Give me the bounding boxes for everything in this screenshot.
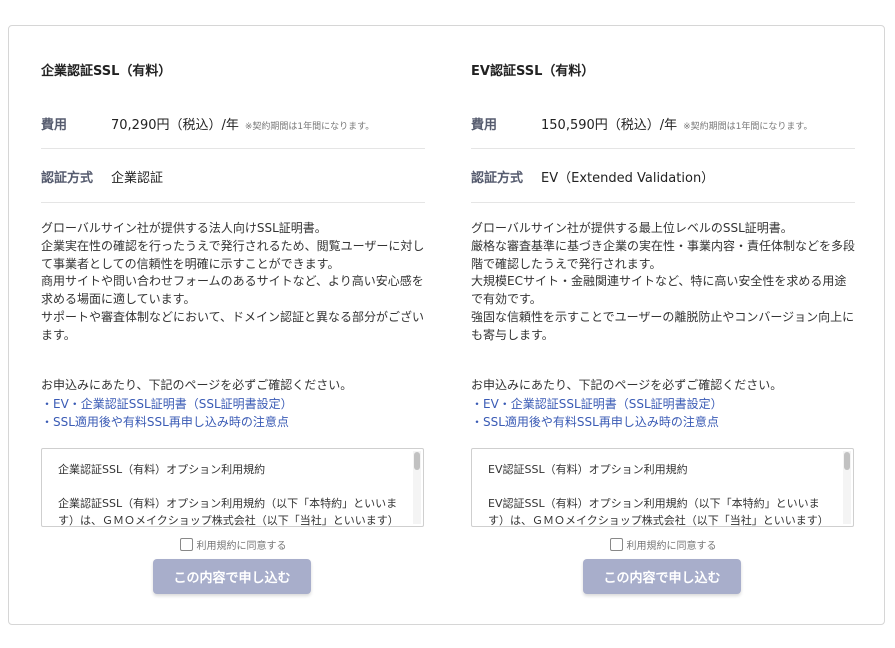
agree-terms[interactable]: 利用規約に同意する: [471, 537, 855, 552]
plan-title: 企業認証SSL（有料）: [41, 64, 172, 79]
price-row: 費用 70,290円（税込）/年 ※契約期間は1年間になります。: [41, 104, 425, 149]
link-ev-corporate-settings[interactable]: ・EV・企業認証SSL証明書（SSL証明書設定）: [471, 395, 855, 414]
price-value: 150,590円（税込）/年 ※契約期間は1年間になります。: [541, 114, 813, 133]
submit-button[interactable]: この内容で申し込む: [583, 559, 741, 594]
agree-terms[interactable]: 利用規約に同意する: [41, 537, 425, 552]
price-label: 費用: [41, 118, 68, 133]
auth-method-label: 認証方式: [471, 171, 524, 186]
auth-method-value: 企業認証: [111, 171, 164, 186]
price-note: ※契約期間は1年間になります。: [244, 122, 375, 132]
price-note: ※契約期間は1年間になります。: [683, 122, 813, 132]
price-label: 費用: [471, 118, 498, 133]
plan-description: グローバルサイン社が提供する法人向けSSL証明書。 企業実在性の確認を行ったうえ…: [41, 220, 425, 345]
terms-scrollbox[interactable]: 企業認証SSL（有料）オプション利用規約 企業認証SSL（有料）オプション利用規…: [41, 448, 424, 527]
description-line: サポートや審査体制などにおいて、ドメイン認証と異なる部分がございます。: [41, 309, 425, 342]
confirm-notice: お申込みにあたり、下記のページを必ずご確認ください。 ・EV・企業認証SSL証明…: [41, 376, 425, 432]
plan-ev-ssl: EV認証SSL（有料） 費用 150,590円（税込）/年 ※契約期間は1年間にな…: [471, 26, 855, 624]
terms-title: EV認証SSL（有料）オプション利用規約: [488, 463, 688, 476]
link-ssl-notes[interactable]: ・SSL適用後や有料SSL再申し込み時の注意点: [41, 413, 425, 432]
price-amount: 70,290円（税込）/年: [111, 118, 239, 133]
plan-title: EV認証SSL（有料）: [471, 64, 595, 79]
terms-content: EV認証SSL（有料）オプション利用規約 EV認証SSL（有料）オプション利用規…: [488, 461, 831, 527]
auth-method-label: 認証方式: [41, 171, 94, 186]
plan-description: グローバルサイン社が提供する最上位レベルのSSL証明書。 厳格な審査基準に基づき…: [471, 220, 855, 345]
description-line: 商用サイトや問い合わせフォームのあるサイトなど、より高い安心感を求める場面に適し…: [41, 274, 424, 307]
description-line: グローバルサイン社が提供する法人向けSSL証明書。: [41, 221, 327, 235]
agree-label[interactable]: 利用規約に同意する: [627, 541, 717, 552]
confirm-text: お申込みにあたり、下記のページを必ずご確認ください。: [471, 378, 783, 392]
link-ssl-notes[interactable]: ・SSL適用後や有料SSL再申し込み時の注意点: [471, 413, 855, 432]
description-line: 大規模ECサイト・金融関連サイトなど、特に高い安全性を求める用途で有効です。: [471, 274, 847, 307]
agree-label[interactable]: 利用規約に同意する: [197, 541, 287, 552]
auth-method-row: 認証方式 EV（Extended Validation）: [471, 149, 855, 203]
description-line: 強固な信頼性を示すことでユーザーの離脱防止やコンバージョン向上にも寄与します。: [471, 309, 855, 342]
confirm-notice: お申込みにあたり、下記のページを必ずご確認ください。 ・EV・企業認証SSL証明…: [471, 376, 855, 432]
terms-title: 企業認証SSL（有料）オプション利用規約: [58, 463, 266, 476]
submit-button[interactable]: この内容で申し込む: [153, 559, 311, 594]
agree-checkbox[interactable]: [179, 538, 193, 551]
agree-checkbox[interactable]: [609, 538, 623, 551]
plan-corporate-ssl: 企業認証SSL（有料） 費用 70,290円（税込）/年 ※契約期間は1年間になり…: [41, 26, 425, 624]
scrollbar-thumb[interactable]: [844, 452, 850, 470]
terms-body: 企業認証SSL（有料）オプション利用規約（以下「本特約」といいます）は、ＧＭＯメ…: [58, 497, 399, 527]
scrollbar-thumb[interactable]: [414, 452, 420, 470]
terms-body: EV認証SSL（有料）オプション利用規約（以下「本特約」といいます）は、ＧＭＯメ…: [488, 497, 829, 527]
terms-scrollbar[interactable]: [843, 451, 851, 524]
terms-content: 企業認証SSL（有料）オプション利用規約 企業認証SSL（有料）オプション利用規…: [58, 461, 401, 527]
description-line: 企業実在性の確認を行ったうえで発行されるため、閲覧ユーザーに対して事業者としての…: [41, 238, 425, 271]
price-amount: 150,590円（税込）/年: [541, 118, 678, 133]
description-line: グローバルサイン社が提供する最上位レベルのSSL証明書。: [471, 221, 793, 235]
auth-method-value: EV（Extended Validation）: [541, 171, 715, 186]
link-ev-corporate-settings[interactable]: ・EV・企業認証SSL証明書（SSL証明書設定）: [41, 395, 425, 414]
description-line: 厳格な審査基準に基づき企業の実在性・事業内容・責任体制などを多段階で確認したうえ…: [471, 238, 856, 271]
auth-method-row: 認証方式 企業認証: [41, 149, 425, 203]
plans-panel: 企業認証SSL（有料） 費用 70,290円（税込）/年 ※契約期間は1年間になり…: [8, 25, 885, 625]
price-row: 費用 150,590円（税込）/年 ※契約期間は1年間になります。: [471, 104, 855, 149]
terms-scrollbox[interactable]: EV認証SSL（有料）オプション利用規約 EV認証SSL（有料）オプション利用規…: [471, 448, 854, 527]
terms-scrollbar[interactable]: [413, 451, 421, 524]
price-value: 70,290円（税込）/年 ※契約期間は1年間になります。: [111, 114, 374, 133]
confirm-text: お申込みにあたり、下記のページを必ずご確認ください。: [41, 378, 353, 392]
